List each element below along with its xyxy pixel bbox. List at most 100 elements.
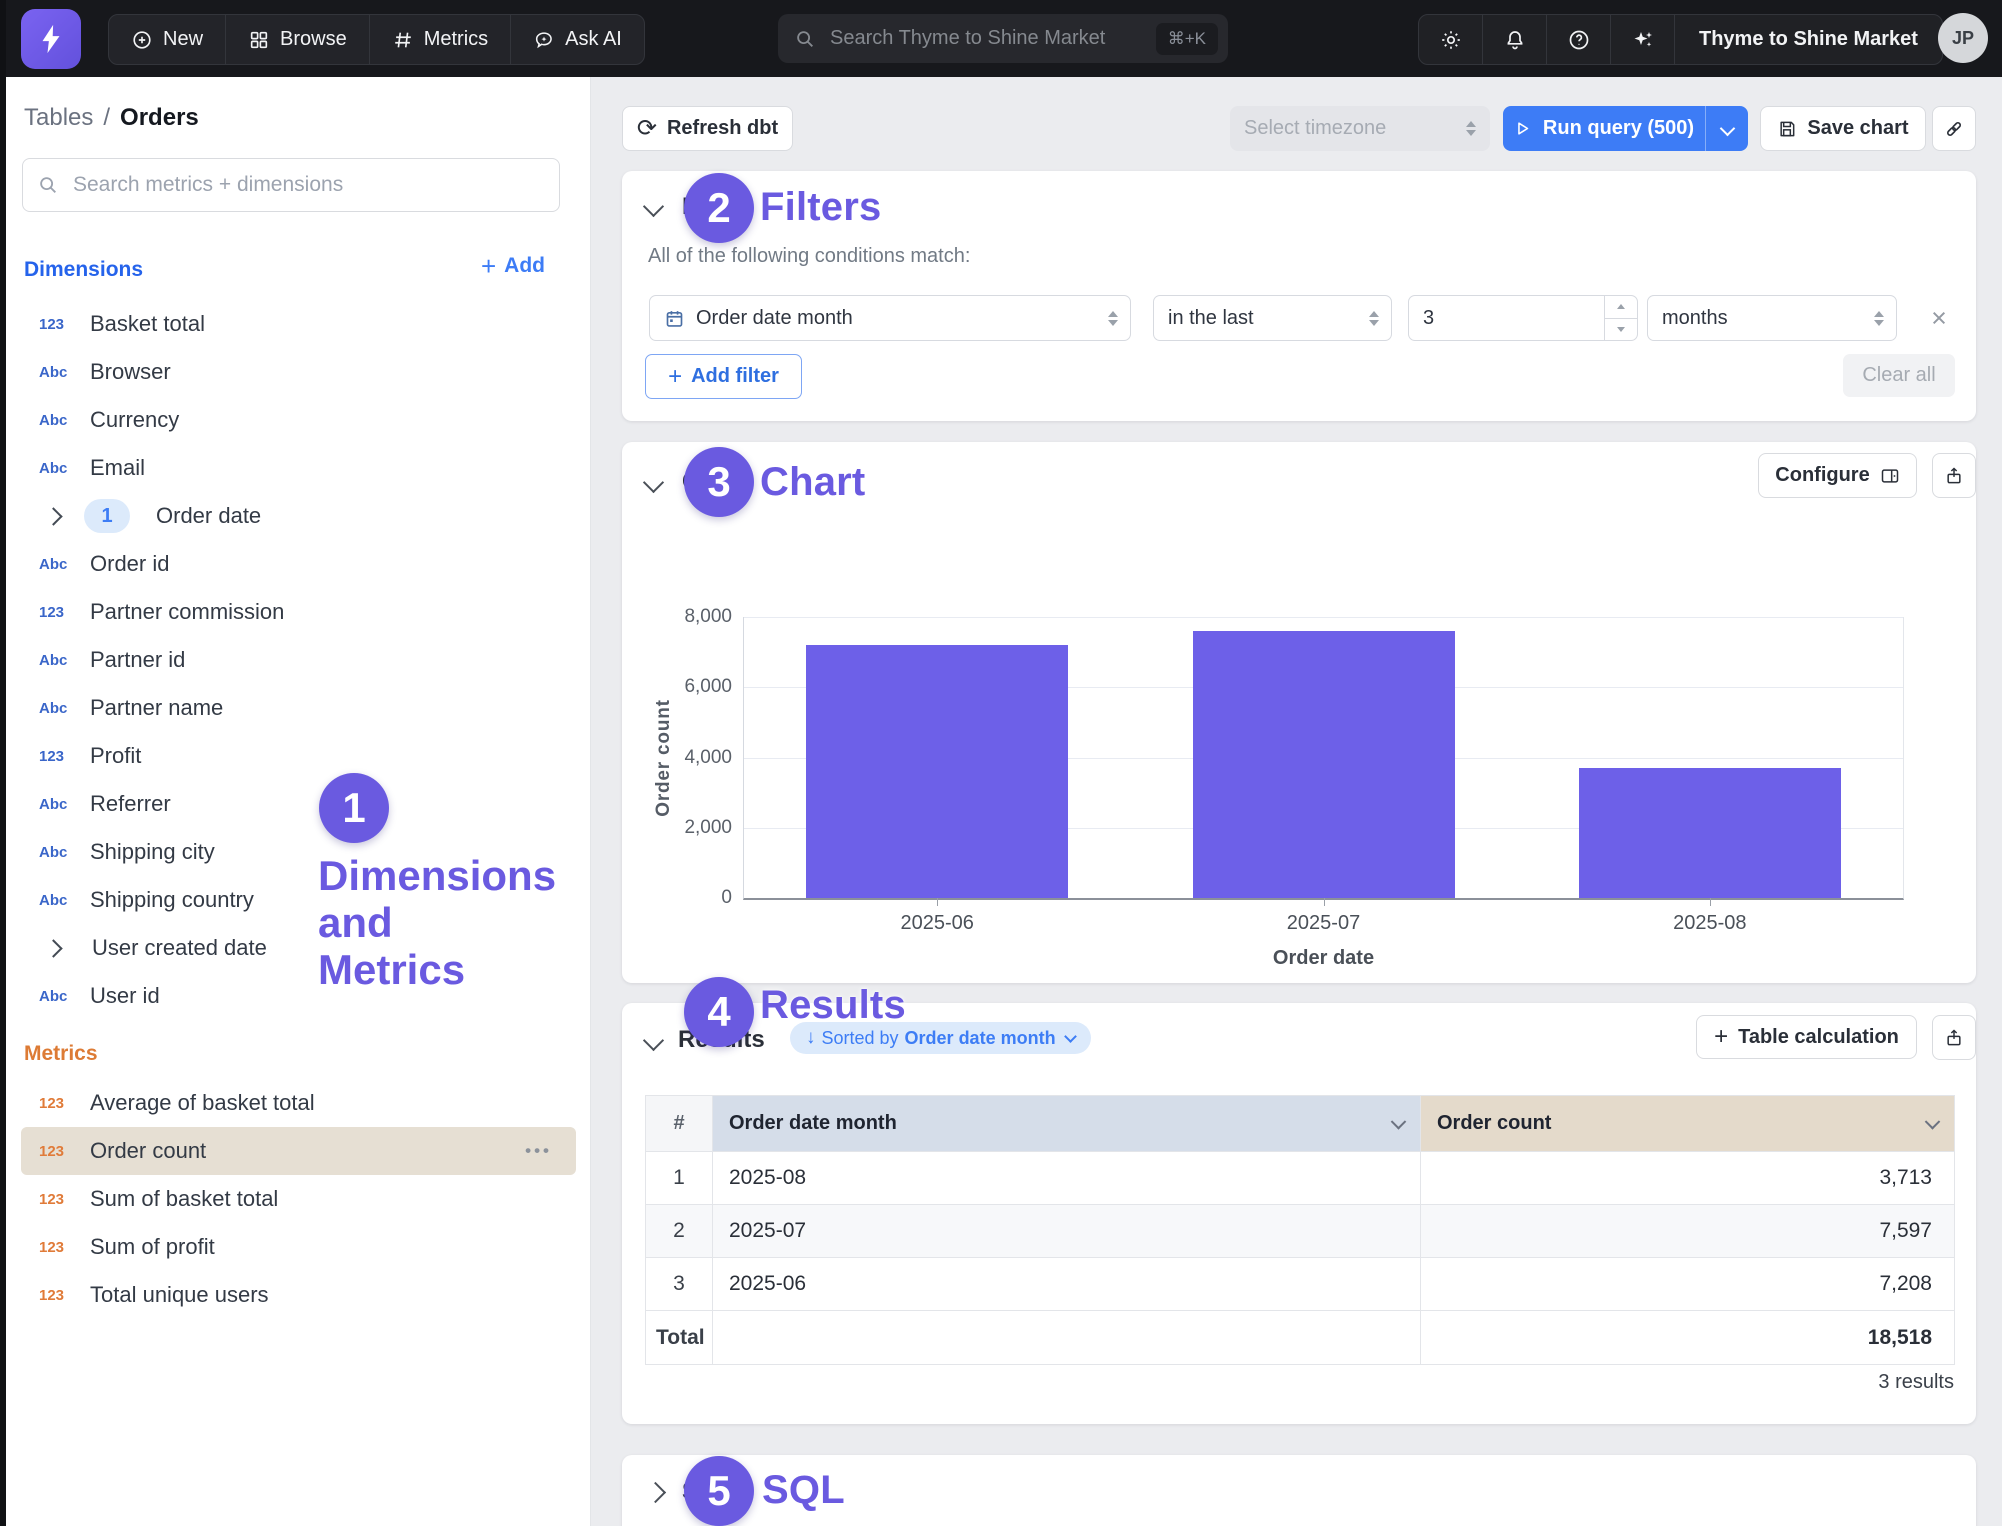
results-share-button[interactable] xyxy=(1932,1015,1976,1060)
sidebar-item-email[interactable]: AbcEmail xyxy=(6,444,590,492)
calendar-icon xyxy=(664,308,685,329)
fields-search[interactable] xyxy=(22,158,560,212)
stepper-down-icon[interactable] xyxy=(1605,318,1637,341)
column-header-label: Order date month xyxy=(729,1112,897,1134)
nav-metrics-button[interactable]: Metrics xyxy=(370,15,511,64)
sidebar-item-order-id[interactable]: AbcOrder id xyxy=(6,540,590,588)
annotation-step-2-label: Filters xyxy=(760,185,881,230)
org-switcher[interactable]: Thyme to Shine Market xyxy=(1675,15,1942,64)
chart-collapse-chevron[interactable] xyxy=(643,472,664,493)
sidebar-item-total-unique-users[interactable]: 123Total unique users xyxy=(6,1271,590,1319)
sidebar-item-partner-name[interactable]: AbcPartner name xyxy=(6,684,590,732)
sidebar-item-average-of-basket-total[interactable]: 123Average of basket total xyxy=(6,1079,590,1127)
sidebar-item-label: User id xyxy=(90,983,160,1009)
bar-2025-07[interactable] xyxy=(1193,631,1455,898)
sidebar-item-partner-id[interactable]: AbcPartner id xyxy=(6,636,590,684)
table-row[interactable]: 12025-083,713 xyxy=(646,1152,1955,1205)
top-navbar: New Browse Metrics Ask AI xyxy=(0,0,2002,77)
annotation-step-1-number: 1 xyxy=(342,784,365,832)
sql-collapse-chevron[interactable] xyxy=(645,1482,666,1503)
results-collapse-chevron[interactable] xyxy=(643,1030,664,1051)
more-options-icon[interactable]: ••• xyxy=(525,1141,552,1161)
stepper-up-icon[interactable] xyxy=(1605,296,1637,318)
filter-field-select[interactable]: Order date month xyxy=(649,295,1131,341)
sidebar-item-sum-of-basket-total[interactable]: 123Sum of basket total xyxy=(6,1175,590,1223)
column-header-order-count[interactable]: Order count xyxy=(1421,1096,1955,1152)
annotation-step-3-label: Chart xyxy=(760,460,865,505)
sidebar-item-currency[interactable]: AbcCurrency xyxy=(6,396,590,444)
breadcrumb-tables-link[interactable]: Tables xyxy=(24,104,93,132)
sidebar-item-browser[interactable]: AbcBrowser xyxy=(6,348,590,396)
org-name: Thyme to Shine Market xyxy=(1699,28,1918,51)
results-table: # Order date month Order count 12025-083… xyxy=(645,1095,1955,1365)
filter-operator-select[interactable]: in the last xyxy=(1153,295,1392,341)
table-row[interactable]: 22025-077,597 xyxy=(646,1205,1955,1258)
sidebar-item-basket-total[interactable]: 123Basket total xyxy=(6,300,590,348)
user-avatar[interactable]: JP xyxy=(1938,13,1988,63)
nav-ask-ai-button[interactable]: Ask AI xyxy=(511,15,644,64)
sidebar-item-order-date[interactable]: 1Order date xyxy=(6,492,590,540)
app-logo[interactable] xyxy=(21,9,81,69)
column-header-order-date-month[interactable]: Order date month xyxy=(713,1096,1421,1152)
chart-y-axis-label: Order count xyxy=(653,699,675,817)
global-search[interactable]: ⌘+K xyxy=(778,14,1228,63)
row-index-cell: 2 xyxy=(646,1205,713,1258)
select-caret-icon xyxy=(1874,311,1884,326)
table-calculation-button[interactable]: + Table calculation xyxy=(1696,1015,1917,1059)
column-header-label: Order count xyxy=(1437,1112,1551,1134)
help-button[interactable] xyxy=(1547,15,1611,64)
add-filter-button[interactable]: + Add filter xyxy=(645,354,802,399)
sidebar-item-label: Shipping city xyxy=(90,839,215,865)
number-type-icon: 123 xyxy=(39,1143,73,1160)
bar-2025-06[interactable] xyxy=(806,645,1068,898)
remove-filter-button[interactable]: × xyxy=(1920,299,1958,337)
table-total-row: Total 18,518 xyxy=(646,1311,1955,1365)
filters-card: Filters 2 Filters All of the following c… xyxy=(622,171,1976,421)
refresh-dbt-button[interactable]: ⟳ Refresh dbt xyxy=(622,106,793,151)
sorted-by-field: Order date month xyxy=(905,1028,1056,1049)
chevron-down-icon xyxy=(1064,1030,1077,1043)
filter-value-input[interactable]: 3 xyxy=(1408,295,1638,341)
order-count-cell: 7,597 xyxy=(1421,1205,1955,1258)
assistant-button[interactable] xyxy=(1611,15,1675,64)
share-icon xyxy=(1944,1028,1964,1048)
sidebar-item-profit[interactable]: 123Profit xyxy=(6,732,590,780)
sidebar-item-label: Referrer xyxy=(90,791,171,817)
configure-label: Configure xyxy=(1775,464,1869,487)
app-root: New Browse Metrics Ask AI xyxy=(0,0,2002,1526)
run-query-dropdown[interactable] xyxy=(1705,106,1748,151)
chart-share-button[interactable] xyxy=(1932,453,1976,498)
fields-search-input[interactable] xyxy=(71,172,545,198)
filters-collapse-chevron[interactable] xyxy=(643,196,664,217)
run-query-button[interactable]: Run query (500) xyxy=(1503,106,1748,151)
active-fields-badge: 1 xyxy=(84,499,130,533)
settings-button[interactable] xyxy=(1419,15,1483,64)
global-search-input[interactable] xyxy=(828,26,1156,51)
configure-button[interactable]: Configure xyxy=(1758,453,1917,498)
bar-2025-08[interactable] xyxy=(1579,768,1841,898)
clear-all-button[interactable]: Clear all xyxy=(1843,354,1955,397)
nav-new-button[interactable]: New xyxy=(109,15,226,64)
copy-link-button[interactable] xyxy=(1932,106,1976,151)
nav-browse-button[interactable]: Browse xyxy=(226,15,370,64)
table-row[interactable]: 32025-067,208 xyxy=(646,1258,1955,1311)
save-chart-button[interactable]: Save chart xyxy=(1760,106,1926,151)
timezone-select[interactable]: Select timezone xyxy=(1230,106,1490,151)
sidebar-item-partner-commission[interactable]: 123Partner commission xyxy=(6,588,590,636)
filter-value-text: 3 xyxy=(1423,307,1604,330)
chart-x-axis-label: Order date xyxy=(1273,947,1374,970)
x-tick-label: 2025-06 xyxy=(900,912,973,935)
sidebar-item-referrer[interactable]: AbcReferrer xyxy=(6,780,590,828)
sidebar-item-label: Browser xyxy=(90,359,171,385)
y-tick-label: 0 xyxy=(721,887,732,909)
annotation-step-5-label: SQL xyxy=(762,1468,845,1513)
select-caret-icon xyxy=(1369,311,1379,326)
sidebar-item-sum-of-profit[interactable]: 123Sum of profit xyxy=(6,1223,590,1271)
notifications-button[interactable] xyxy=(1483,15,1547,64)
sidebar-item-order-count[interactable]: 123Order count••• xyxy=(21,1127,576,1175)
filter-unit-select[interactable]: months xyxy=(1647,295,1897,341)
number-stepper[interactable] xyxy=(1604,296,1637,340)
search-icon xyxy=(794,28,816,50)
number-type-icon: 123 xyxy=(39,748,73,765)
add-dimension-button[interactable]: + Add xyxy=(481,254,545,278)
